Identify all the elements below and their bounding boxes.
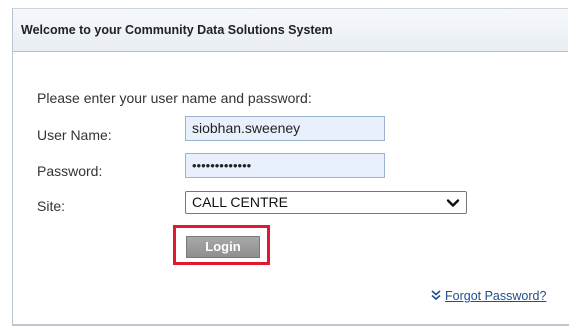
username-field[interactable]: siobhan.sweeney <box>185 116 385 141</box>
site-selected-value: CALL CENTRE <box>192 194 288 210</box>
forgot-password-link[interactable]: Forgot Password? <box>445 289 546 303</box>
bottom-divider <box>12 324 569 326</box>
panel-title: Welcome to your Community Data Solutions… <box>21 23 333 37</box>
double-chevron-down-icon <box>431 290 441 301</box>
site-label: Site: <box>37 198 66 214</box>
password-field[interactable]: ••••••••••••• <box>185 153 385 178</box>
panel-header: Welcome to your Community Data Solutions… <box>13 8 568 52</box>
password-label: Password: <box>37 163 103 179</box>
forgot-password[interactable]: Forgot Password? <box>430 289 546 303</box>
username-label: User Name: <box>37 127 112 143</box>
site-select[interactable]: CALL CENTRE <box>185 191 467 214</box>
chevron-down-icon <box>446 199 460 207</box>
login-button[interactable]: Login <box>186 236 260 258</box>
login-instructions: Please enter your user name and password… <box>37 90 312 106</box>
